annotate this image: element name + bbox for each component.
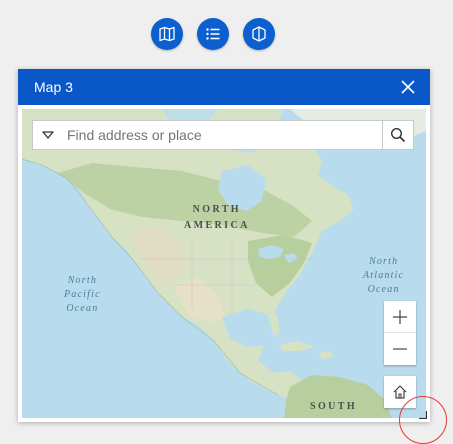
label-line: Pacific: [64, 289, 101, 300]
zoom-in-button[interactable]: [384, 301, 416, 333]
label-line: Atlantic: [363, 270, 405, 281]
zoom-control: [384, 301, 416, 365]
layer-list-button[interactable]: [197, 18, 229, 50]
map-view[interactable]: NORTH AMERICA North Pacific Ocean North …: [22, 109, 426, 418]
label-line: Ocean: [367, 284, 400, 295]
home-icon: [393, 385, 407, 399]
plus-icon: [393, 309, 407, 324]
search-icon: [390, 127, 406, 143]
label-line: NORTH: [192, 204, 241, 215]
home-button[interactable]: [384, 376, 416, 408]
search-source-dropdown[interactable]: [33, 121, 63, 149]
search-button[interactable]: [382, 121, 413, 149]
north-america-label: NORTH AMERICA: [184, 204, 250, 231]
label-line: North: [67, 275, 98, 286]
search-widget: [32, 120, 414, 150]
resize-handle-icon[interactable]: [419, 411, 427, 419]
zoom-out-button[interactable]: [384, 333, 416, 365]
chevron-down-icon: [42, 131, 54, 139]
scene-view-button[interactable]: [243, 18, 275, 50]
list-icon: [206, 28, 220, 40]
label-line: AMERICA: [184, 220, 250, 231]
south-america-label: SOUTH: [310, 401, 358, 412]
map-icon: [159, 26, 175, 42]
search-input[interactable]: [67, 123, 377, 147]
label-line: North: [368, 256, 399, 267]
3d-icon: [252, 26, 266, 42]
label-line: Ocean: [66, 303, 99, 314]
north-atlantic-label: North Atlantic Ocean: [363, 255, 404, 297]
map-window-title: Map 3: [34, 79, 73, 95]
map-window: Map 3 NORTH AMERICA North Pacific Ocean …: [18, 69, 430, 422]
map-window-header[interactable]: Map 3: [18, 69, 430, 105]
north-pacific-label: North Pacific Ocean: [64, 274, 101, 316]
close-icon[interactable]: [400, 79, 416, 95]
minus-icon: [393, 348, 407, 350]
map-view-button[interactable]: [151, 18, 183, 50]
